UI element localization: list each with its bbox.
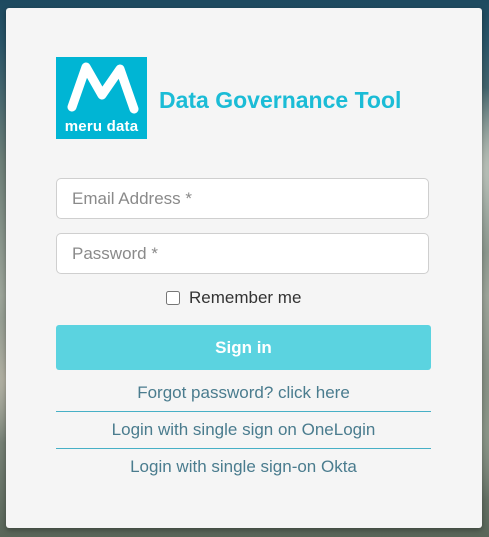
app-title: Data Governance Tool: [159, 87, 402, 113]
divider: [56, 411, 431, 412]
password-input[interactable]: [56, 233, 429, 274]
okta-sso-link[interactable]: Login with single sign-on Okta: [56, 457, 431, 477]
remember-me-label: Remember me: [189, 288, 302, 307]
login-card: meru data Data Governance Tool Remember …: [6, 8, 482, 528]
forgot-password-link[interactable]: Forgot password? click here: [56, 383, 431, 403]
logo-text: meru data: [64, 118, 139, 135]
meru-data-logo: meru data: [56, 57, 147, 139]
remember-me-checkbox[interactable]: [166, 291, 180, 305]
sign-in-button[interactable]: Sign in: [56, 325, 431, 370]
divider: [56, 448, 431, 449]
onelogin-sso-link[interactable]: Login with single sign on OneLogin: [56, 420, 431, 440]
email-input[interactable]: [56, 178, 429, 219]
remember-me[interactable]: Remember me: [166, 288, 301, 308]
